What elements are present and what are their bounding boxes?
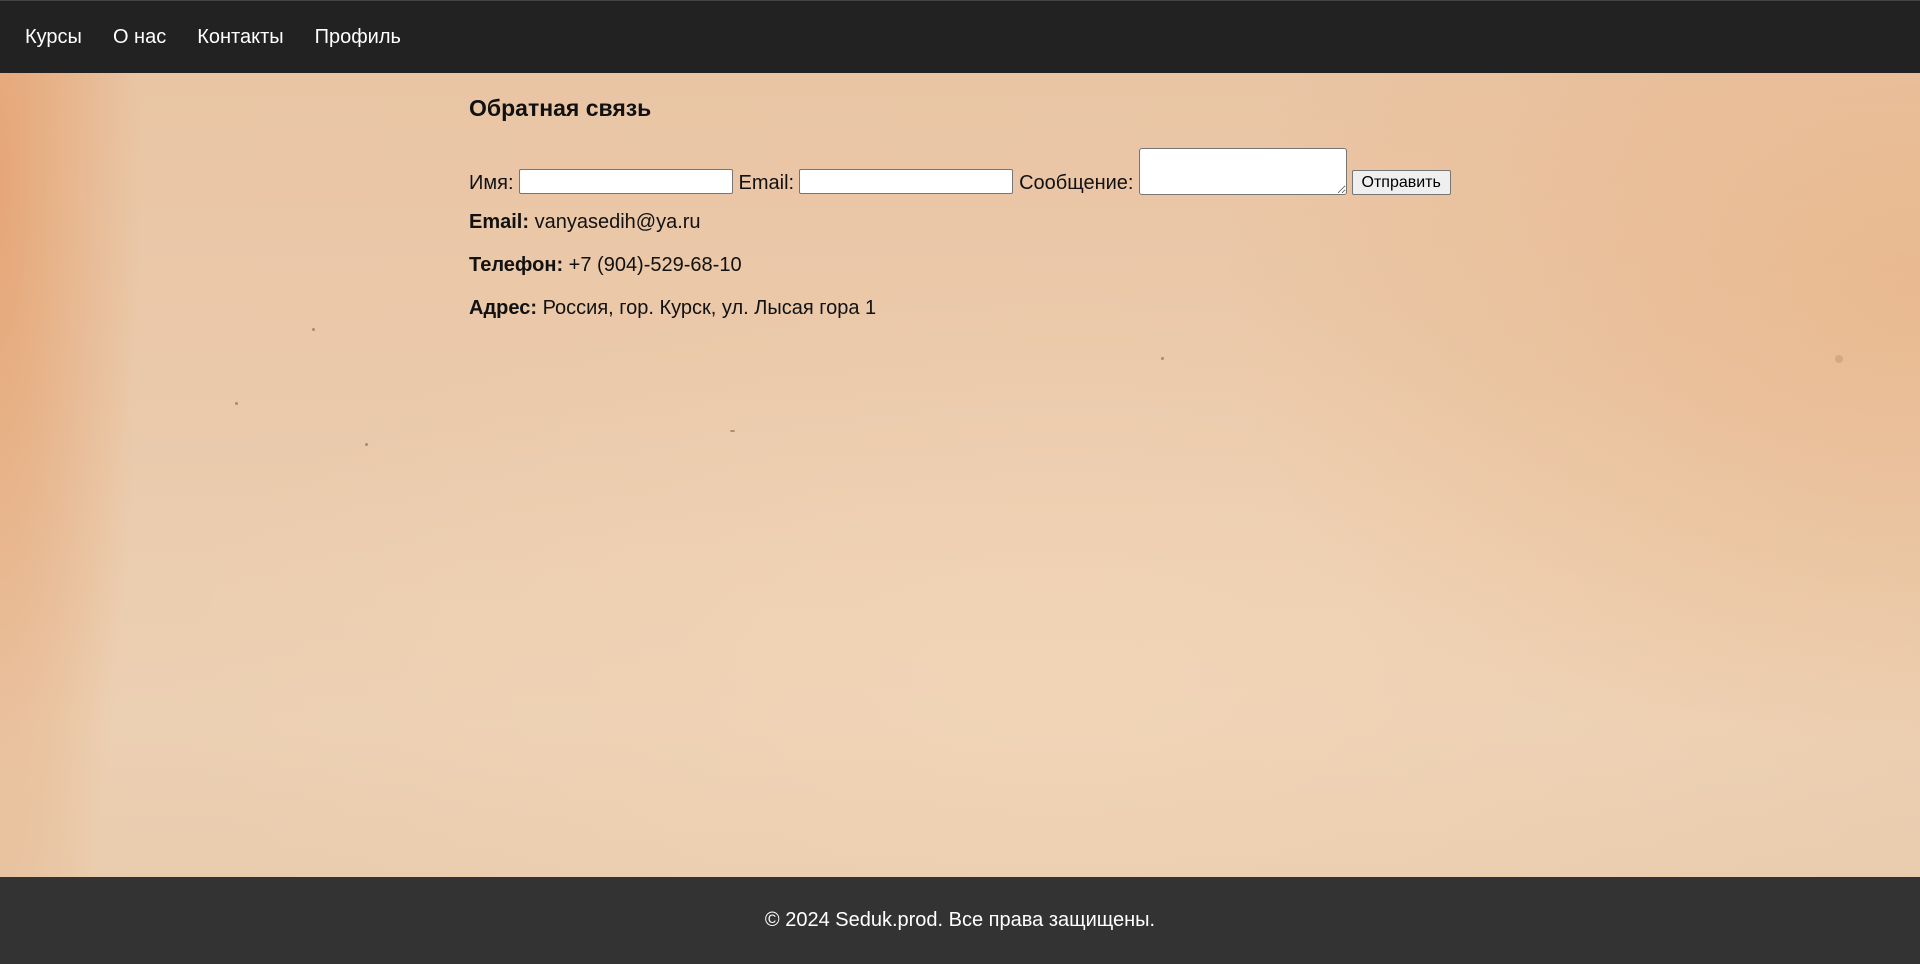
top-navigation: Курсы О нас Контакты Профиль [0, 0, 1920, 73]
paper-speck [1161, 357, 1164, 360]
message-label: Сообщение: [1019, 172, 1134, 194]
paper-speck [730, 430, 735, 432]
contact-address-label: Адрес: [469, 297, 537, 319]
paper-speck [312, 328, 315, 331]
email-input[interactable] [799, 169, 1014, 194]
email-label: Email: [738, 172, 795, 194]
contact-phone-value: +7 (904)-529-68-10 [568, 254, 742, 276]
paper-speck [1835, 355, 1843, 363]
contact-email: Email: vanyasedih@ya.ru [469, 210, 1469, 234]
paper-speck [365, 443, 368, 446]
nav-item-courses[interactable]: Курсы [25, 26, 82, 49]
contact-email-value: vanyasedih@ya.ru [534, 211, 701, 233]
contact-phone: Телефон: +7 (904)-529-68-10 [469, 253, 1469, 277]
name-label: Имя: [469, 172, 514, 194]
contact-address: Адрес: Россия, гор. Курск, ул. Лысая гор… [469, 296, 1469, 320]
nav-item-about[interactable]: О нас [113, 26, 166, 49]
page-footer: © 2024 Seduk.prod. Все права защищены. [0, 877, 1920, 964]
name-input[interactable] [518, 169, 733, 194]
contact-email-label: Email: [469, 211, 530, 233]
footer-copyright: © 2024 Seduk.prod. Все права защищены. [764, 909, 1156, 931]
message-textarea[interactable] [1138, 148, 1347, 195]
paper-speck [235, 402, 238, 405]
contact-address-value: Россия, гор. Курск, ул. Лысая гора 1 [542, 297, 877, 319]
feedback-form: Имя: Email: Сообщение: Отправить [469, 143, 1469, 195]
nav-item-profile[interactable]: Профиль [315, 26, 401, 49]
nav-item-contacts[interactable]: Контакты [197, 26, 283, 49]
submit-button[interactable]: Отправить [1351, 170, 1451, 195]
main-content: Обратная связь Имя: Email: Сообщение: От… [469, 73, 1469, 320]
feedback-title: Обратная связь [469, 95, 652, 121]
contact-phone-label: Телефон: [469, 254, 564, 276]
